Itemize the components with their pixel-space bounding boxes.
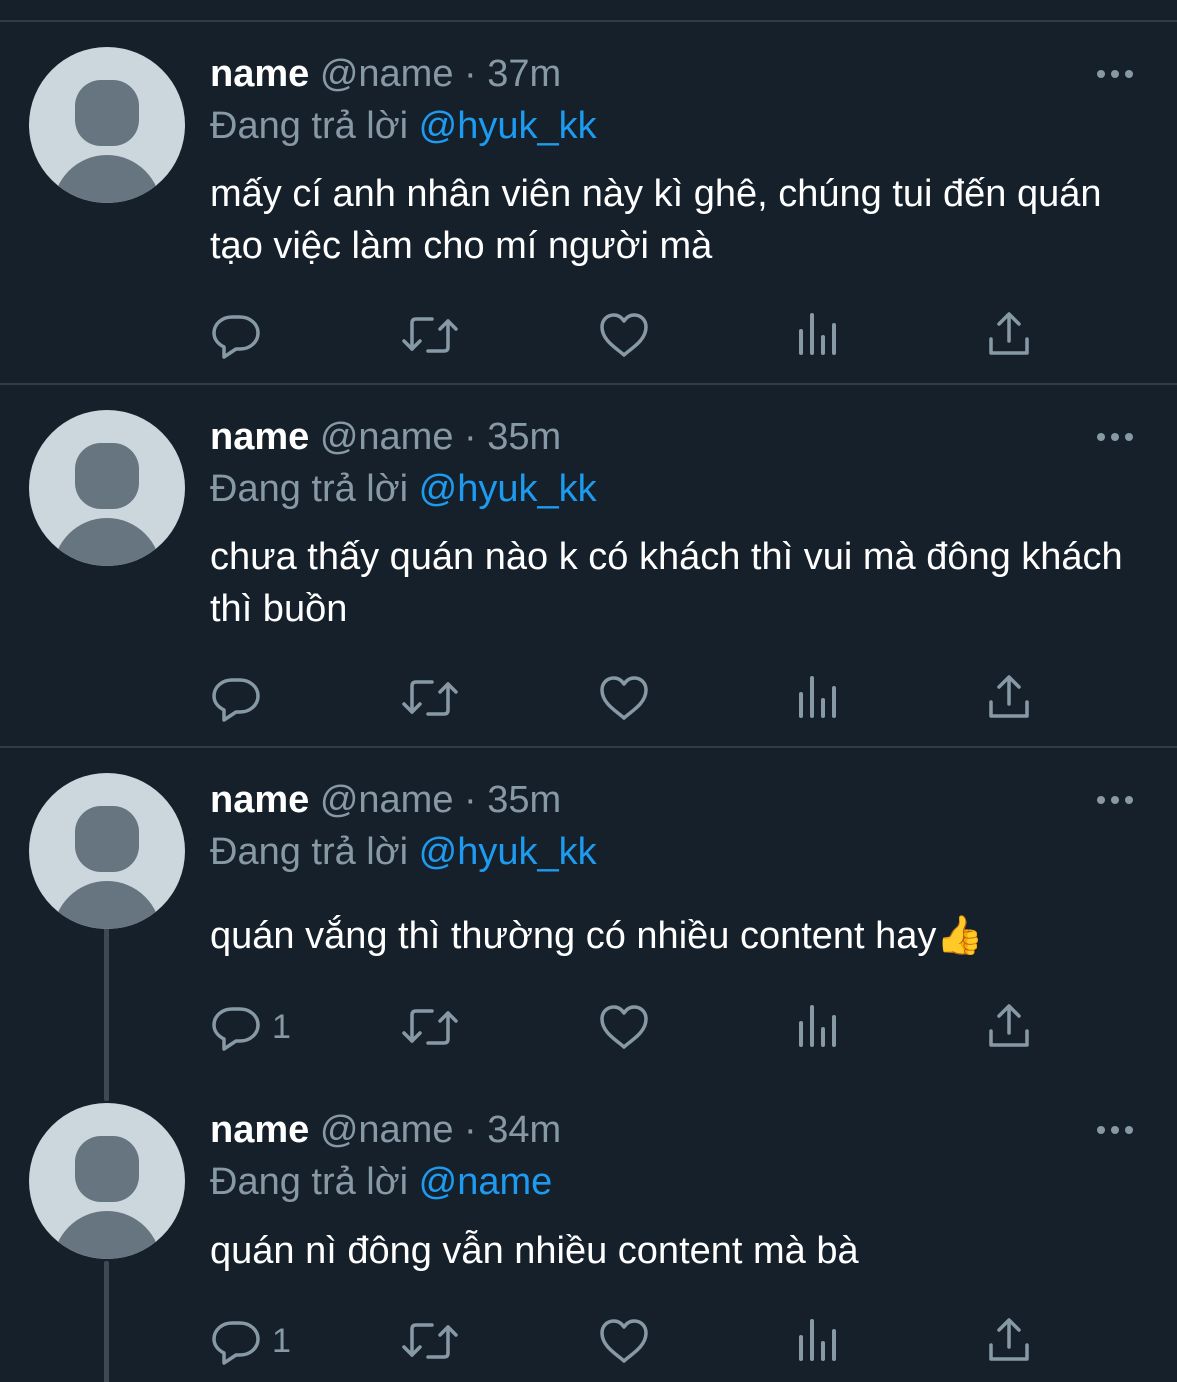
tweet-text: quán vắng thì thường có nhiều content ha… — [210, 915, 984, 957]
reply-context: Đang trả lời @hyuk_kk — [210, 104, 597, 148]
timestamp[interactable]: 37m — [487, 53, 561, 95]
heart-icon — [600, 1319, 648, 1363]
user-handle[interactable]: @name — [320, 416, 454, 458]
action-bar — [210, 309, 1050, 361]
reply-button[interactable]: 1 — [210, 1001, 291, 1053]
like-button[interactable] — [598, 1315, 650, 1367]
more-icon[interactable] — [1095, 430, 1135, 444]
like-button[interactable] — [598, 1001, 650, 1053]
heart-icon — [600, 676, 648, 720]
reply-icon — [212, 1007, 260, 1051]
analytics-button[interactable] — [795, 309, 839, 361]
reply-mention[interactable]: @hyuk_kk — [419, 468, 597, 510]
share-button[interactable] — [986, 1001, 1032, 1053]
avatar[interactable] — [29, 773, 185, 929]
reply-count: 1 — [272, 1008, 291, 1046]
tweet-header: name @name · 35m — [210, 415, 561, 459]
reply-icon — [212, 678, 260, 722]
share-icon — [989, 1318, 1029, 1361]
reply-icon — [212, 315, 260, 359]
timeline: name @name · 37m Đang trả lời @hyuk_kk m… — [0, 0, 1177, 1382]
tweet-header: name @name · 37m — [210, 52, 561, 96]
retweet-button[interactable] — [400, 672, 460, 724]
tweet-header: name @name · 35m — [210, 778, 561, 822]
action-bar: 1 — [210, 1001, 1050, 1053]
analytics-icon — [799, 313, 836, 355]
more-icon[interactable] — [1095, 1123, 1135, 1137]
reply-button[interactable] — [210, 672, 272, 724]
analytics-button[interactable] — [795, 672, 839, 724]
reply-prefix: Đang trả lời — [210, 831, 409, 873]
reply-context: Đang trả lời @hyuk_kk — [210, 830, 597, 874]
user-handle[interactable]: @name — [320, 53, 454, 95]
retweet-button[interactable] — [400, 1001, 460, 1053]
reply-mention[interactable]: @hyuk_kk — [419, 831, 597, 873]
display-name[interactable]: name — [210, 53, 309, 95]
more-icon[interactable] — [1095, 67, 1135, 81]
share-icon — [989, 312, 1029, 355]
tweet-text: quán nì đông vẫn nhiều content mà bà — [210, 1230, 859, 1272]
tweet-header: name @name · 34m — [210, 1108, 561, 1152]
retweet-icon — [402, 1009, 458, 1045]
reply-prefix: Đang trả lời — [210, 105, 409, 147]
reply-button[interactable]: 1 — [210, 1315, 291, 1367]
reply-context: Đang trả lời @name — [210, 1160, 552, 1204]
reply-mention[interactable]: @name — [419, 1161, 553, 1203]
retweet-icon — [402, 1323, 458, 1359]
tweet[interactable]: name @name · 37m Đang trả lời @hyuk_kk m… — [0, 0, 1177, 385]
user-handle[interactable]: @name — [320, 1109, 454, 1151]
timestamp[interactable]: 34m — [487, 1109, 561, 1151]
retweet-button[interactable] — [400, 309, 460, 361]
action-bar: 1 — [210, 1315, 1050, 1367]
avatar[interactable] — [29, 1103, 185, 1259]
separator: · — [464, 416, 477, 458]
reply-mention[interactable]: @hyuk_kk — [419, 105, 597, 147]
like-button[interactable] — [598, 672, 650, 724]
tweet[interactable]: name @name · 34m Đang trả lời @name quán… — [0, 1056, 1177, 1382]
reply-prefix: Đang trả lời — [210, 468, 409, 510]
tweet-text: chưa thấy quán nào k có khách thì vui mà… — [210, 536, 1123, 630]
separator: · — [464, 1109, 477, 1151]
tweet-text: mấy cí anh nhân viên này kì ghê, chúng t… — [210, 173, 1102, 267]
reply-button[interactable] — [210, 309, 272, 361]
share-icon — [989, 675, 1029, 718]
heart-icon — [600, 1005, 648, 1049]
reply-count: 1 — [272, 1322, 291, 1360]
avatar[interactable] — [29, 47, 185, 203]
analytics-icon — [799, 1319, 836, 1361]
analytics-icon — [799, 1005, 836, 1047]
share-icon — [989, 1004, 1029, 1047]
share-button[interactable] — [986, 672, 1032, 724]
retweet-icon — [402, 317, 458, 353]
retweet-icon — [402, 680, 458, 716]
analytics-button[interactable] — [795, 1315, 839, 1367]
thread-connector — [104, 1261, 109, 1382]
display-name[interactable]: name — [210, 416, 309, 458]
share-button[interactable] — [986, 309, 1032, 361]
display-name[interactable]: name — [210, 779, 309, 821]
retweet-button[interactable] — [400, 1315, 460, 1367]
reply-prefix: Đang trả lời — [210, 1161, 409, 1203]
analytics-button[interactable] — [795, 1001, 839, 1053]
separator: · — [464, 53, 477, 95]
share-button[interactable] — [986, 1315, 1032, 1367]
reply-context: Đang trả lời @hyuk_kk — [210, 467, 597, 511]
tweet[interactable]: name @name · 35m Đang trả lời @hyuk_kk q… — [0, 726, 1177, 1101]
timestamp[interactable]: 35m — [487, 779, 561, 821]
more-icon[interactable] — [1095, 793, 1135, 807]
reply-icon — [212, 1321, 260, 1365]
like-button[interactable] — [598, 309, 650, 361]
separator: · — [464, 779, 477, 821]
display-name[interactable]: name — [210, 1109, 309, 1151]
user-handle[interactable]: @name — [320, 779, 454, 821]
analytics-icon — [799, 676, 836, 718]
avatar[interactable] — [29, 410, 185, 566]
heart-icon — [600, 313, 648, 357]
timestamp[interactable]: 35m — [487, 416, 561, 458]
tweet[interactable]: name @name · 35m Đang trả lời @hyuk_kk c… — [0, 363, 1177, 748]
action-bar — [210, 672, 1050, 724]
